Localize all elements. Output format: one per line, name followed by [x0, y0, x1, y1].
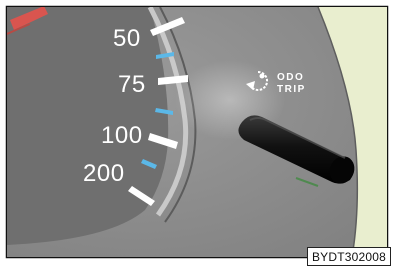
- scale-label-100: 100: [101, 122, 143, 149]
- speedometer-dial: [7, 7, 169, 245]
- trip-label: TRIP: [277, 84, 306, 95]
- instrument-panel-illustration: 50 75 100 200 ODO TRIP: [5, 5, 389, 259]
- scale-label-200: 200: [83, 160, 125, 187]
- scale-label-50: 50: [113, 25, 141, 52]
- instrument-cluster-figure: 50 75 100 200 ODO TRIP BYDT302008: [0, 0, 394, 267]
- reset-dot-icon: [259, 73, 265, 79]
- odo-label: ODO: [277, 72, 304, 83]
- scale-label-75: 75: [118, 71, 146, 98]
- figure-reference-code: BYDT302008: [307, 247, 391, 266]
